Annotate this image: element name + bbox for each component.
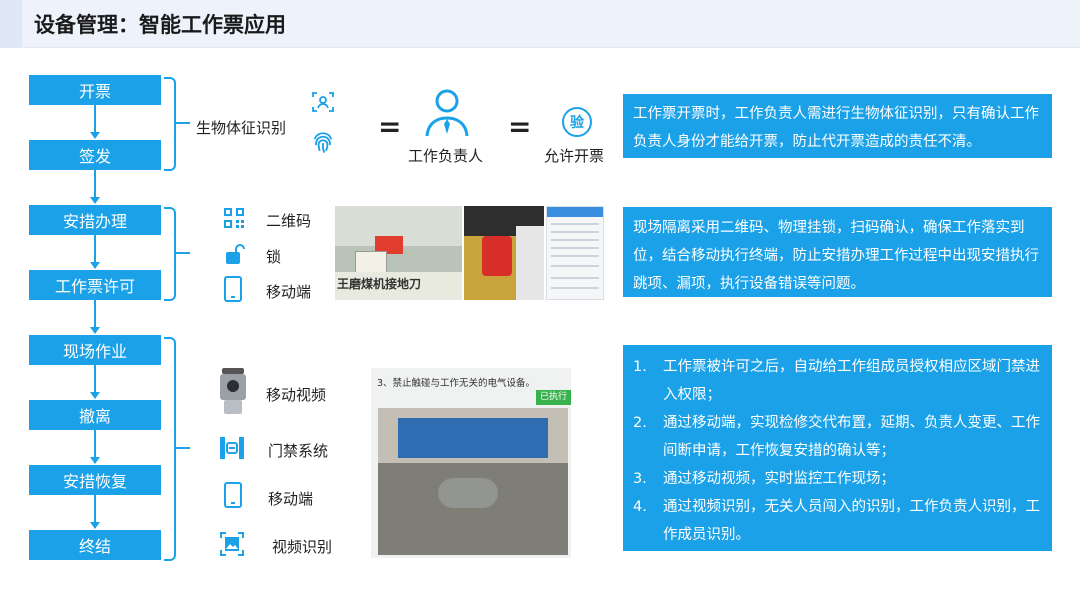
step-anchuo-huifu[interactable]: 安措恢复 bbox=[29, 465, 161, 495]
flow-arrow bbox=[90, 457, 100, 464]
flow-connector bbox=[94, 105, 96, 133]
face-scan-icon bbox=[311, 90, 335, 114]
list-item: 4. 通过视频识别，无关人员闯入的识别，工作负责人识别，工作成员识别。 bbox=[633, 499, 1040, 543]
access-control-icon bbox=[220, 437, 244, 459]
step-zhongjie[interactable]: 终结 bbox=[29, 530, 161, 560]
lock-label: 锁 bbox=[266, 248, 282, 266]
flow-arrow bbox=[90, 197, 100, 204]
group3-brace bbox=[164, 337, 176, 561]
flow-arrow bbox=[90, 327, 100, 334]
video-recognition-icon bbox=[220, 532, 244, 556]
mobile-video-label: 移动视频 bbox=[266, 386, 327, 404]
mobile-phone-icon bbox=[222, 276, 244, 302]
flow-connector bbox=[94, 365, 96, 393]
site-photo-caption: 3、禁止触碰与工作无关的电气设备。 bbox=[377, 378, 536, 389]
verified-stamp-icon: 验 bbox=[562, 107, 592, 137]
group3-description: 1. 工作票被许可之后，自动给工作组成员授权相应区域门禁进入权限； 2. 通过移动端… bbox=[623, 345, 1052, 551]
flow-connector bbox=[94, 300, 96, 328]
qr-code-label: 二维码 bbox=[266, 212, 312, 230]
step-cheli[interactable]: 撤离 bbox=[29, 400, 161, 430]
biometric-label: 生物体征识别 bbox=[196, 119, 287, 137]
page-title: 设备管理：智能工作票应用 bbox=[34, 13, 286, 37]
site-photo-frame: 3、禁止触碰与工作无关的电气设备。 已执行 bbox=[371, 368, 571, 558]
flow-arrow bbox=[90, 262, 100, 269]
flow-arrow bbox=[90, 132, 100, 139]
flow-connector bbox=[94, 170, 96, 198]
group1-description: 工作票开票时，工作负责人需进行生物体征识别，只有确认工作负责人身份才能给开票，防… bbox=[623, 94, 1052, 158]
list-item: 3. 通过移动视频，实时监控工作现场； bbox=[633, 471, 895, 487]
mobile-app-screenshot bbox=[546, 206, 604, 300]
mobile-phone-icon bbox=[222, 482, 244, 508]
list-item: 2. 通过移动端，实现检修交代布置，延期、负责人变更、工作间断申请，工作恢复安措的… bbox=[633, 415, 1040, 459]
group3-points-list: 1. 工作票被许可之后，自动给工作组成员授权相应区域门禁进入权限； 2. 通过移动端… bbox=[633, 353, 1042, 549]
flow-connector bbox=[94, 235, 96, 263]
flow-connector bbox=[94, 495, 96, 523]
video-recognition-label: 视频识别 bbox=[272, 538, 333, 556]
video-camera-icon bbox=[218, 366, 248, 416]
person-label: 工作负责人 bbox=[408, 147, 484, 165]
flow-arrow bbox=[90, 392, 100, 399]
step-anchuo-banli[interactable]: 安措办理 bbox=[29, 205, 161, 235]
isolation-photo-2 bbox=[464, 206, 544, 300]
equals-sign: = bbox=[508, 110, 532, 143]
group2-description: 现场隔离采用二维码、物理挂锁，扫码确认，确保工作落实到位，结合移动执行终端，防止… bbox=[623, 207, 1052, 297]
group3-brace-tick bbox=[176, 447, 190, 449]
step-xianchang-zuoye[interactable]: 现场作业 bbox=[29, 335, 161, 365]
flow-connector bbox=[94, 430, 96, 458]
list-item: 1. 工作票被许可之后，自动给工作组成员授权相应区域门禁进入权限； bbox=[633, 359, 1040, 403]
group1-brace-tick bbox=[176, 122, 190, 124]
title-accent bbox=[0, 0, 22, 47]
mobile-label: 移动端 bbox=[268, 490, 314, 508]
unlock-icon bbox=[222, 242, 246, 266]
site-photo bbox=[378, 408, 568, 555]
step-qianfa[interactable]: 签发 bbox=[29, 140, 161, 170]
fingerprint-icon bbox=[309, 128, 337, 156]
group2-brace-tick bbox=[176, 252, 190, 254]
step-kaipiao[interactable]: 开票 bbox=[29, 75, 161, 105]
qr-code-icon bbox=[222, 206, 246, 230]
group1-brace bbox=[164, 77, 176, 171]
equals-sign: = bbox=[378, 110, 402, 143]
access-control-label: 门禁系统 bbox=[268, 442, 329, 460]
person-manager-icon bbox=[424, 88, 470, 138]
group2-brace bbox=[164, 207, 176, 301]
permit-label: 允许开票 bbox=[544, 147, 605, 165]
executed-badge: 已执行 bbox=[536, 390, 571, 405]
isolation-photo-1: 王磨煤机接地刀 bbox=[335, 206, 462, 300]
flow-arrow bbox=[90, 522, 100, 529]
step-gongzuopiao-xuke[interactable]: 工作票许可 bbox=[29, 270, 161, 300]
photo-caption: 王磨煤机接地刀 bbox=[337, 277, 422, 291]
mobile-label: 移动端 bbox=[266, 283, 312, 301]
